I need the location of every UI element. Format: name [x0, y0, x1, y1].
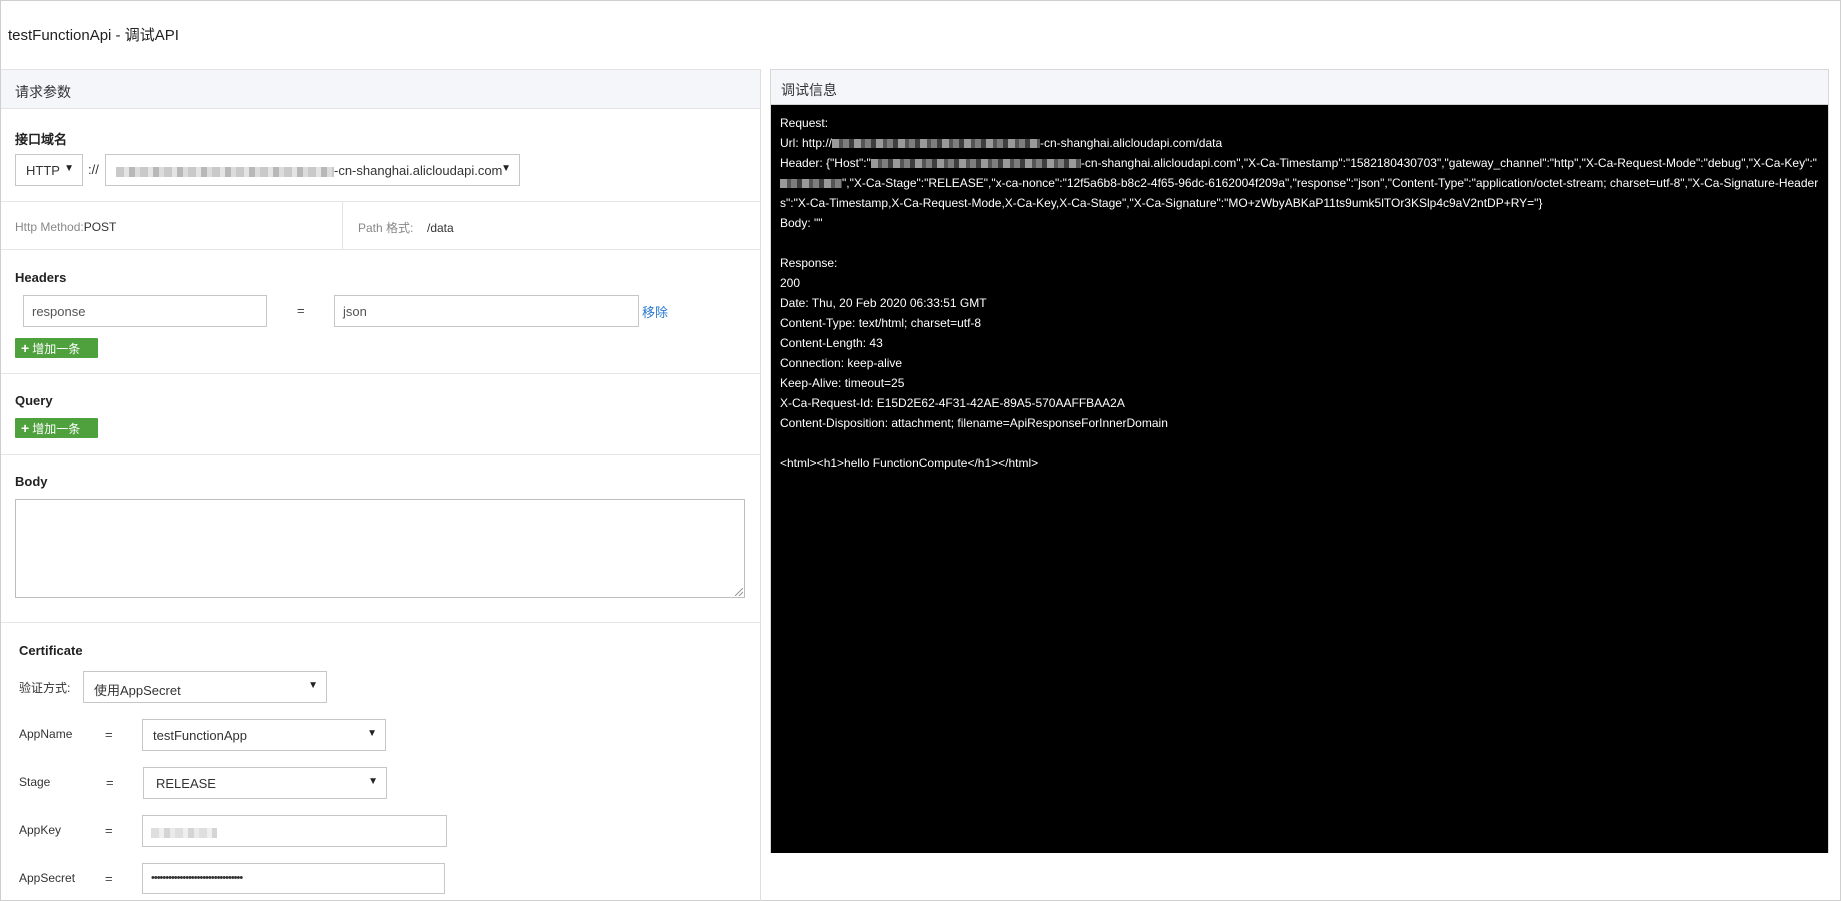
auth-method-label: 验证方式: — [19, 681, 71, 695]
page-title: testFunctionApi - 调试API — [8, 27, 179, 44]
protocol-select[interactable]: HTTP ▼ — [15, 154, 83, 186]
app-key-equals: = — [105, 823, 113, 838]
response-html-body: <html><h1>hello FunctionCompute</h1></ht… — [780, 456, 1039, 470]
header-value-input[interactable]: json — [334, 295, 639, 327]
header-part-1: -cn-shanghai.alicloudapi.com","X-Ca-Time… — [1080, 156, 1817, 170]
debug-panel-heading: 调试信息 — [771, 70, 1828, 105]
request-label: Request: — [780, 116, 829, 130]
chevron-down-icon: ▼ — [501, 163, 511, 174]
app-key-label: AppKey — [19, 823, 62, 837]
http-method-value: POST — [83, 220, 117, 234]
request-url: Url: http:// -cn-shanghai.alicloudapi.com… — [780, 133, 1819, 153]
chevron-down-icon: ▼ — [308, 680, 318, 691]
app-secret-equals: = — [105, 871, 113, 886]
add-header-label: 增加一条 — [32, 342, 81, 356]
chevron-down-icon: ▼ — [367, 728, 377, 739]
url-prefix: Url: http:// — [780, 136, 833, 150]
app-name-label: AppName — [19, 727, 73, 741]
protocol-separator: :// — [88, 162, 99, 177]
app-secret-label: AppSecret — [19, 871, 76, 885]
method-path-section: Http Method:POST Path 格式: /data — [1, 202, 761, 250]
response-content-type: Content-Type: text/html; charset=utf-8 — [780, 316, 982, 330]
stage-equals: = — [106, 775, 114, 790]
path-format-value: /data — [426, 221, 454, 235]
chevron-down-icon: ▼ — [64, 163, 74, 174]
stage-label: Stage — [19, 775, 51, 789]
body-section: Body — [1, 455, 761, 623]
header-part-2: ","X-Ca-Stage":"RELEASE","x-ca-nonce":"1… — [780, 176, 1819, 210]
app-secret-input[interactable]: •••••••••••••••••••••••••••••••• — [142, 863, 445, 894]
debug-panel: 调试信息 Request: Url: http:// -cn-shanghai.a… — [770, 69, 1829, 853]
redacted-host — [870, 159, 1081, 169]
plus-icon: + — [21, 420, 30, 436]
request-panel: 请求参数 接口域名 HTTP ▼ :// -cn-shanghai.aliclo… — [1, 69, 761, 901]
domain-host-suffix: -cn-shanghai.alicloudapi.com — [334, 163, 503, 178]
response-keep-alive: Keep-Alive: timeout=25 — [780, 376, 905, 390]
stage-value: RELEASE — [156, 776, 216, 791]
add-query-label: 增加一条 — [32, 422, 81, 436]
protocol-value: HTTP — [26, 163, 60, 178]
request-body: Body: "" — [780, 216, 823, 230]
header-prefix: Header: {"Host":" — [780, 156, 871, 170]
plus-icon: + — [21, 340, 30, 356]
app-name-equals: = — [105, 727, 113, 742]
add-header-button[interactable]: + 增加一条 — [15, 338, 98, 358]
app-name-select[interactable]: testFunctionApp ▼ — [142, 719, 386, 751]
certificate-section: Certificate 验证方式: 使用AppSecret ▼ AppName … — [1, 623, 761, 901]
domain-label: 接口域名 — [15, 132, 68, 147]
response-connection: Connection: keep-alive — [780, 356, 903, 370]
body-label: Body — [15, 474, 48, 489]
response-date: Date: Thu, 20 Feb 2020 06:33:51 GMT — [780, 296, 987, 310]
response-request-id: X-Ca-Request-Id: E15D2E62-4F31-42AE-89A5… — [780, 396, 1125, 410]
response-label: Response: — [780, 256, 838, 270]
query-label: Query — [15, 393, 53, 408]
auth-method-value: 使用AppSecret — [94, 683, 181, 698]
http-method-label: Http Method: — [15, 220, 84, 234]
path-format-label: Path 格式: — [358, 221, 414, 235]
domain-select[interactable]: -cn-shanghai.alicloudapi.com ▼ — [105, 154, 520, 186]
path-format: Path 格式: /data — [358, 219, 454, 236]
remove-header-link[interactable]: 移除 — [642, 302, 668, 321]
certificate-label: Certificate — [19, 643, 83, 658]
query-section: Query + 增加一条 — [1, 374, 761, 455]
resize-grip-icon[interactable] — [735, 588, 743, 596]
redacted-host — [116, 166, 334, 177]
domain-section: 接口域名 HTTP ▼ :// -cn-shanghai.alicloudapi… — [1, 109, 761, 202]
stage-select[interactable]: RELEASE ▼ — [143, 767, 387, 799]
request-header: Header: {"Host":" -cn-shanghai.alicloudap… — [780, 153, 1819, 213]
app-key-input[interactable] — [142, 815, 447, 847]
redacted-key — [780, 179, 842, 189]
http-method: Http Method:POST — [15, 219, 116, 234]
chevron-down-icon: ▼ — [368, 776, 378, 787]
redacted-host — [832, 139, 1041, 149]
body-textarea[interactable] — [15, 499, 745, 598]
response-status: 200 — [780, 276, 801, 290]
headers-label: Headers — [15, 270, 67, 285]
header-key-input[interactable]: response — [23, 295, 267, 327]
url-suffix: -cn-shanghai.alicloudapi.com/data — [1040, 136, 1223, 150]
debug-console: Request: Url: http:// -cn-shanghai.aliclo… — [771, 105, 1828, 853]
add-query-button[interactable]: + 增加一条 — [15, 418, 98, 438]
request-panel-heading: 请求参数 — [1, 69, 760, 109]
divider — [342, 202, 343, 249]
header-equals: = — [297, 303, 305, 318]
app-name-value: testFunctionApp — [153, 728, 247, 743]
response-content-length: Content-Length: 43 — [780, 336, 883, 350]
redacted-app-key — [151, 827, 217, 838]
response-disposition: Content-Disposition: attachment; filenam… — [780, 416, 1168, 430]
headers-section: Headers response = json 移除 + 增加一条 — [1, 250, 761, 374]
auth-method-select[interactable]: 使用AppSecret ▼ — [83, 671, 327, 703]
